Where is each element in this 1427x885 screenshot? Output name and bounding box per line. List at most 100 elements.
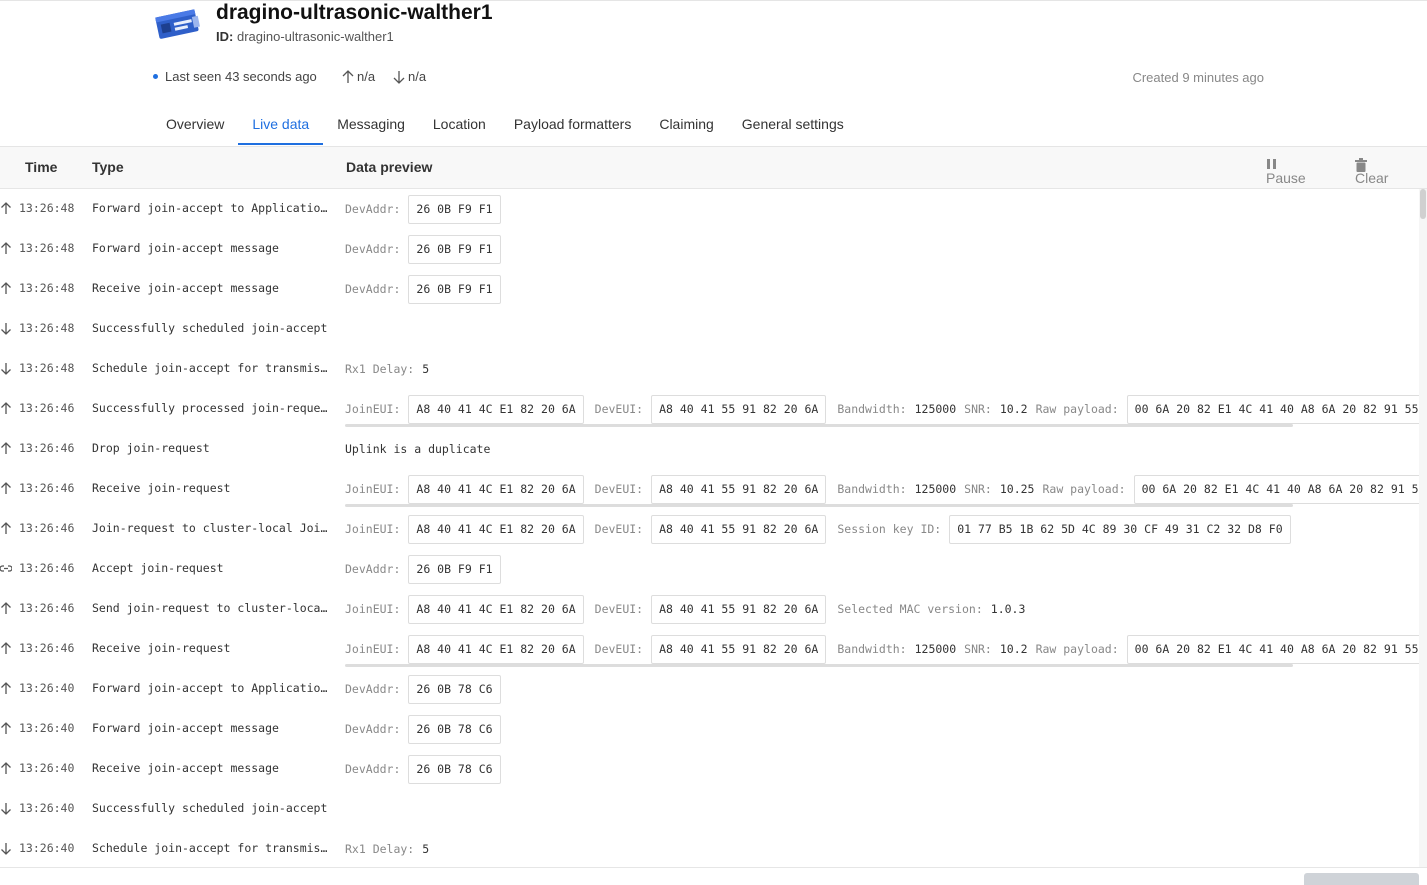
bottom-bar xyxy=(0,867,1427,884)
preview-value-box: 26 0B F9 F1 xyxy=(408,194,501,224)
bottom-action-button[interactable] xyxy=(1304,873,1419,885)
event-row[interactable]: 13:26:40 Forward join-accept to Applicati… xyxy=(0,669,1419,709)
device-title: dragino-ultrasonic-walther1 xyxy=(216,1,493,24)
device-id-label: ID: xyxy=(216,29,234,44)
event-type: Successfully scheduled join-accept xyxy=(92,321,328,335)
event-data-preview: DevAddr: 26 0B F9 F1 xyxy=(345,274,512,304)
event-time: 13:26:40 xyxy=(19,801,75,815)
event-type: Forward join-accept to Application Serve… xyxy=(92,681,332,695)
preview-value: 125000 xyxy=(914,642,957,656)
event-row[interactable]: 13:26:48 Successfully scheduled join-acce… xyxy=(0,309,1419,349)
arrow-up-icon xyxy=(1,762,11,774)
event-time: 13:26:48 xyxy=(19,201,75,215)
preview-value: 10.2 xyxy=(999,402,1028,416)
preview-value: Uplink is a duplicate xyxy=(345,442,491,456)
preview-value-box: 26 0B F9 F1 xyxy=(408,234,501,264)
event-row[interactable]: 13:26:46 Send join-request to cluster-loc… xyxy=(0,589,1419,629)
pause-label: Pause xyxy=(1266,170,1306,186)
preview-value-box: 26 0B 78 C6 xyxy=(408,754,501,784)
tab-messaging[interactable]: Messaging xyxy=(323,104,419,145)
horizontal-scrollbar[interactable] xyxy=(345,664,1293,667)
vertical-scrollbar[interactable] xyxy=(1419,189,1427,867)
preview-field-label: DevEUI: xyxy=(594,602,644,616)
preview-value: 10.25 xyxy=(999,482,1035,496)
preview-field-label: Bandwidth: xyxy=(837,402,907,416)
last-seen-text: Last seen 43 seconds ago xyxy=(165,69,317,84)
preview-value-box: 01 77 B5 1B 62 5D 4C 89 30 CF 49 31 C2 3… xyxy=(949,514,1291,544)
event-row[interactable]: 13:26:48 Receive join-accept message DevAd… xyxy=(0,269,1419,309)
preview-field-label: Selected MAC version: xyxy=(837,602,983,616)
preview-field-label: DevAddr: xyxy=(345,562,401,576)
event-time: 13:26:46 xyxy=(19,401,75,415)
event-time: 13:26:40 xyxy=(19,721,75,735)
tab-claiming[interactable]: Claiming xyxy=(645,104,727,145)
col-type: Type xyxy=(92,159,124,175)
event-row[interactable]: 13:26:48 Forward join-accept to Applicati… xyxy=(0,189,1419,229)
preview-field-label: DevAddr: xyxy=(345,762,401,776)
preview-field-label: JoinEUI: xyxy=(345,522,401,536)
event-row[interactable]: 13:26:40 Receive join-accept message DevAd… xyxy=(0,749,1419,789)
clear-button[interactable]: Clear xyxy=(1355,158,1388,186)
event-row[interactable]: 13:26:46 Successfully processed join-requ… xyxy=(0,389,1419,429)
event-row[interactable]: 13:26:46 Join-request to cluster-local Jo… xyxy=(0,509,1419,549)
event-data-preview: JoinEUI: A8 40 41 4C E1 82 20 6A DevEUI: A8… xyxy=(345,474,1419,504)
event-row[interactable]: 13:26:46 Receive join-request JoinEUI: A8 4… xyxy=(0,469,1419,509)
event-row[interactable]: 13:26:46 Drop join-request Uplink is a dup… xyxy=(0,429,1419,469)
event-type: Receive join-accept message xyxy=(92,281,279,295)
arrow-up-icon xyxy=(1,402,11,414)
arrow-up-icon xyxy=(1,442,11,454)
preview-field-label: DevAddr: xyxy=(345,282,401,296)
event-time: 13:26:48 xyxy=(19,361,75,375)
preview-field-label: DevAddr: xyxy=(345,202,401,216)
preview-field-label: DevAddr: xyxy=(345,242,401,256)
event-type: Forward join-accept message xyxy=(92,721,279,735)
horizontal-scrollbar[interactable] xyxy=(345,424,1293,427)
tab-location[interactable]: Location xyxy=(419,104,500,145)
tab-overview[interactable]: Overview xyxy=(152,104,238,145)
preview-value-box: A8 40 41 4C E1 82 20 6A xyxy=(408,594,584,624)
event-row[interactable]: 13:26:40 Forward join-accept message DevAd… xyxy=(0,709,1419,749)
tab-payload-formatters[interactable]: Payload formatters xyxy=(500,104,646,145)
status-dot-icon xyxy=(153,74,158,79)
preview-value-box: A8 40 41 55 91 82 20 6A xyxy=(651,474,827,504)
event-row[interactable]: 13:26:46 Accept join-request DevAddr: 26 0B… xyxy=(0,549,1419,589)
event-time: 13:26:46 xyxy=(19,481,75,495)
arrow-up-icon xyxy=(1,482,11,494)
event-row[interactable]: 13:26:48 Schedule join-accept for transmi… xyxy=(0,349,1419,389)
downlink-counter: n/a xyxy=(393,69,426,84)
arrow-up-icon xyxy=(1,722,11,734)
event-data-preview: JoinEUI: A8 40 41 4C E1 82 20 6A DevEUI: A8… xyxy=(345,514,1302,544)
col-data-preview: Data preview xyxy=(346,159,433,175)
event-time: 13:26:48 xyxy=(19,321,75,335)
arrow-up-icon xyxy=(1,202,11,214)
event-data-preview: JoinEUI: A8 40 41 4C E1 82 20 6A DevEUI: A8… xyxy=(345,394,1419,424)
event-data-preview: Rx1 Delay: 5 xyxy=(345,834,437,864)
event-row[interactable]: 13:26:48 Forward join-accept message DevAd… xyxy=(0,229,1419,269)
preview-value-box: A8 40 41 55 91 82 20 6A xyxy=(651,594,827,624)
preview-field-label: Rx1 Delay: xyxy=(345,842,415,856)
event-type: Schedule join-accept for transmission xyxy=(92,841,332,855)
arrow-up-icon xyxy=(1,242,11,254)
pause-icon xyxy=(1267,159,1276,169)
preview-value: 10.2 xyxy=(999,642,1028,656)
event-row[interactable]: 13:26:40 Schedule join-accept for transmi… xyxy=(0,829,1419,867)
event-data-preview: DevAddr: 26 0B F9 F1 xyxy=(345,234,512,264)
event-data-preview: JoinEUI: A8 40 41 4C E1 82 20 6A DevEUI: A8… xyxy=(345,634,1419,664)
event-type: Forward join-accept to Application Serve… xyxy=(92,201,332,215)
preview-field-label: DevEUI: xyxy=(594,402,644,416)
event-type: Successfully processed join-request xyxy=(92,401,332,415)
preview-field-label: SNR: xyxy=(964,402,992,416)
preview-value-box: 00 6A 20 82 E1 4C 41 40 A8 6A 20 82 91 5… xyxy=(1126,634,1419,664)
event-time: 13:26:46 xyxy=(19,441,75,455)
event-row[interactable]: 13:26:46 Receive join-request JoinEUI: A8 4… xyxy=(0,629,1419,669)
tab-live-data[interactable]: Live data xyxy=(238,104,324,145)
pause-button[interactable]: Pause xyxy=(1266,158,1306,186)
scrollbar-thumb[interactable] xyxy=(1420,189,1426,219)
horizontal-scrollbar[interactable] xyxy=(345,504,1293,507)
event-list[interactable]: 13:26:48 Forward join-accept to Applicati… xyxy=(0,189,1419,867)
preview-field-label: Bandwidth: xyxy=(837,482,907,496)
preview-field-label: DevEUI: xyxy=(594,482,644,496)
tab-general-settings[interactable]: General settings xyxy=(728,104,858,145)
event-time: 13:26:40 xyxy=(19,761,75,775)
event-row[interactable]: 13:26:40 Successfully scheduled join-acce… xyxy=(0,789,1419,829)
